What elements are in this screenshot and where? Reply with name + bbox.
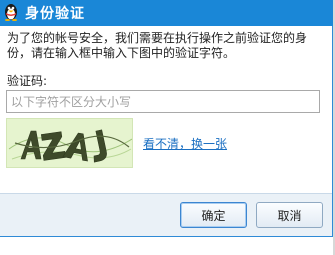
description-text: 为了您的帐号安全，我们需要在执行操作之前验证您的身 份，请在输入框中输入下图中的… [7, 31, 329, 61]
button-bar: 确定 取消 [0, 193, 332, 236]
captcha-graphic [7, 119, 132, 167]
dialog-title: 身份验证 [25, 6, 85, 22]
refresh-captcha-link[interactable]: 看不清，换一张 [143, 135, 227, 152]
captcha-label: 验证码: [7, 74, 48, 88]
captcha-image [6, 118, 133, 168]
title-bar[interactable]: 身份验证 [0, 0, 333, 26]
ok-button[interactable]: 确定 [180, 202, 247, 228]
description-line-2: 份，请在输入框中输入下图中的验证字符。 [7, 46, 236, 60]
background-area [0, 238, 333, 255]
cancel-button[interactable]: 取消 [256, 202, 323, 228]
description-line-1: 为了您的帐号安全，我们需要在执行操作之前验证您的身 [7, 31, 308, 45]
qq-penguin-icon [3, 1, 19, 21]
verification-dialog: 身份验证 为了您的帐号安全，我们需要在执行操作之前验证您的身 份，请在输入框中输… [0, 0, 333, 237]
captcha-input[interactable] [6, 90, 320, 113]
